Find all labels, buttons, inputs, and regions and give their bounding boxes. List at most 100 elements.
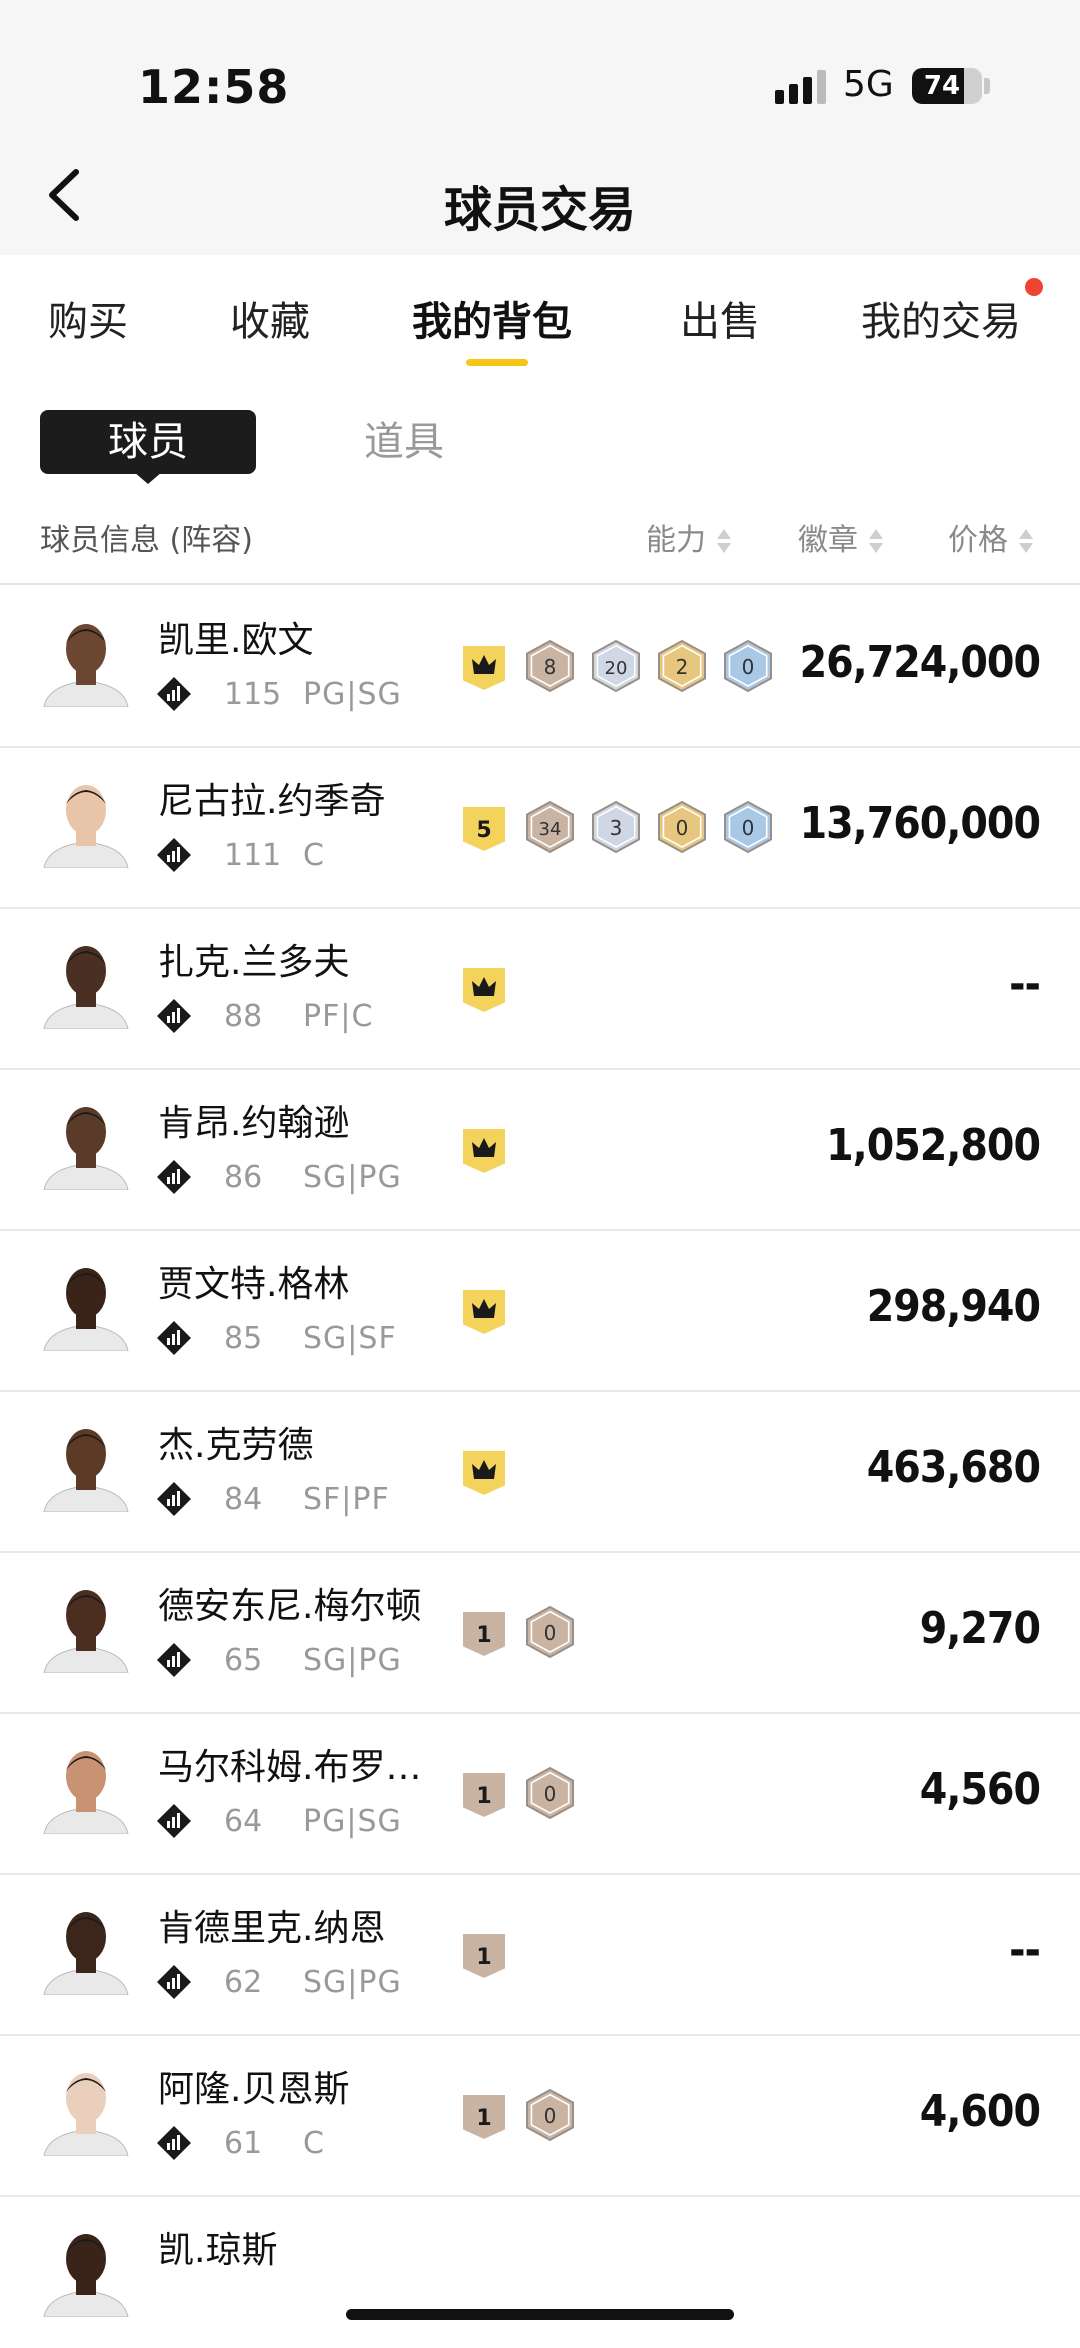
player-price: 26,724,000 — [799, 637, 1041, 688]
player-price: 13,760,000 — [799, 798, 1041, 849]
rank-diamond-icon — [157, 1643, 191, 1677]
player-rating: 61 — [224, 2126, 263, 2161]
rank-diamond-icon — [157, 1160, 191, 1194]
svg-text:1: 1 — [476, 1945, 491, 1970]
player-rating: 115 — [224, 677, 282, 712]
svg-text:0: 0 — [676, 816, 689, 840]
player-rating: 64 — [224, 1804, 263, 1839]
svg-text:0: 0 — [544, 1621, 557, 1645]
active-tab-indicator — [466, 359, 528, 366]
player-price: 4,600 — [919, 2086, 1041, 2137]
player-rating: 84 — [224, 1482, 263, 1517]
player-row[interactable]: 肯德里克.纳恩 62 SG|PG 1 -- — [0, 1875, 1080, 2036]
player-price: 4,560 — [919, 1764, 1041, 1815]
player-avatar — [43, 2234, 129, 2317]
tab-sell[interactable]: 出售 — [680, 289, 760, 347]
rank-diamond-icon — [157, 1321, 191, 1355]
sort-icon — [868, 528, 884, 555]
badge-bronze-count: 34 — [526, 800, 574, 854]
svg-text:5: 5 — [476, 818, 491, 843]
player-row[interactable]: 马尔科姆.布罗… 64 PG|SG 1 0 4,560 — [0, 1714, 1080, 1875]
player-avatar — [43, 624, 129, 707]
svg-text:0: 0 — [742, 655, 755, 679]
player-name: 马尔科姆.布罗… — [158, 1747, 422, 1788]
player-row[interactable]: 阿隆.贝恩斯 61 C 1 0 4,600 — [0, 2036, 1080, 2197]
player-row[interactable]: 肯昂.约翰逊 86 SG|PG 1,052,800 — [0, 1070, 1080, 1231]
svg-text:20: 20 — [605, 658, 628, 679]
page-title: 球员交易 — [443, 182, 636, 238]
tier-badge: 5 — [461, 805, 507, 854]
rank-diamond-icon — [157, 2126, 191, 2160]
player-name: 贾文特.格林 — [158, 1264, 350, 1305]
main-tabs: 购买 收藏 我的背包 出售 我的交易 — [0, 275, 1080, 375]
subtab-players[interactable]: 球员 — [40, 410, 256, 474]
player-avatar — [43, 1429, 129, 1512]
player-position: SG|PG — [303, 1965, 402, 2000]
tier-badge: 1 — [461, 2093, 507, 2142]
svg-text:1: 1 — [476, 2106, 491, 2131]
player-avatar — [43, 2073, 129, 2156]
tier-badge: 1 — [461, 1771, 507, 1820]
tab-my-bag[interactable]: 我的背包 — [412, 289, 572, 347]
svg-text:34: 34 — [539, 819, 562, 840]
player-price: -- — [1009, 1925, 1041, 1976]
player-name: 肯德里克.纳恩 — [158, 1908, 386, 1949]
player-price: -- — [1009, 959, 1041, 1010]
player-price: 298,940 — [866, 1281, 1041, 1332]
player-position: PF|C — [303, 999, 374, 1034]
svg-text:0: 0 — [544, 1782, 557, 1806]
player-rating: 88 — [224, 999, 263, 1034]
badge-bronze-count: 0 — [526, 2088, 574, 2142]
player-row[interactable]: 贾文特.格林 85 SG|SF 298,940 — [0, 1231, 1080, 1392]
player-rating: 62 — [224, 1965, 263, 2000]
badge-gold-count: 0 — [658, 800, 706, 854]
col-ability-sort[interactable]: 能力 — [646, 515, 732, 559]
player-position: PG|SG — [303, 1804, 402, 1839]
player-name: 凯.琼斯 — [158, 2230, 278, 2271]
tab-my-trades[interactable]: 我的交易 — [861, 289, 1021, 347]
player-row[interactable]: 杰.克劳德 84 SF|PF 463,680 — [0, 1392, 1080, 1553]
crown-tier-icon — [461, 644, 507, 693]
svg-text:1: 1 — [476, 1784, 491, 1809]
player-position: PG|SG — [303, 677, 402, 712]
col-player-info: 球员信息 (阵容) — [40, 523, 253, 558]
tab-buy[interactable]: 购买 — [48, 289, 128, 347]
rank-diamond-icon — [157, 1804, 191, 1838]
player-row[interactable]: 德安东尼.梅尔顿 65 SG|PG 1 0 9,270 — [0, 1553, 1080, 1714]
rank-diamond-icon — [157, 838, 191, 872]
player-position: C — [303, 2126, 325, 2161]
player-position: C — [303, 838, 325, 873]
col-badges-sort[interactable]: 徽章 — [798, 515, 884, 559]
player-row[interactable]: 扎克.兰多夫 88 PF|C -- — [0, 909, 1080, 1070]
badge-bronze-count: 0 — [526, 1766, 574, 1820]
tab-favorites[interactable]: 收藏 — [230, 289, 310, 347]
crown-tier-icon — [461, 1449, 507, 1498]
notification-dot — [1025, 278, 1043, 296]
crown-tier-icon — [461, 1127, 507, 1176]
status-time: 12:58 — [138, 60, 290, 114]
rank-diamond-icon — [157, 999, 191, 1033]
col-price-sort[interactable]: 价格 — [948, 515, 1034, 559]
cellular-signal-icon — [775, 70, 826, 104]
player-name: 阿隆.贝恩斯 — [158, 2069, 350, 2110]
badge-hof-count: 0 — [724, 800, 772, 854]
network-type: 5G — [843, 64, 894, 105]
player-row[interactable]: 凯.琼斯 — [0, 2197, 1080, 2348]
player-position: SG|PG — [303, 1643, 402, 1678]
player-row[interactable]: 尼古拉.约季奇 111 C 5 34 3 0 0 13,760,000 — [0, 748, 1080, 909]
badge-bronze-count: 0 — [526, 1605, 574, 1659]
svg-text:0: 0 — [742, 816, 755, 840]
crown-tier-icon — [461, 966, 507, 1015]
rank-diamond-icon — [157, 1965, 191, 1999]
subtab-items[interactable]: 道具 — [364, 410, 444, 474]
player-avatar — [43, 1590, 129, 1673]
badge-hof-count: 0 — [724, 639, 772, 693]
player-name: 德安东尼.梅尔顿 — [158, 1586, 422, 1627]
badge-silver-count: 20 — [592, 639, 640, 693]
player-avatar — [43, 946, 129, 1029]
tier-badge: 1 — [461, 1610, 507, 1659]
player-position: SF|PF — [303, 1482, 390, 1517]
svg-text:2: 2 — [676, 655, 689, 679]
player-row[interactable]: 凯里.欧文 115 PG|SG 8 20 2 0 26,724,000 — [0, 587, 1080, 748]
player-avatar — [43, 785, 129, 868]
